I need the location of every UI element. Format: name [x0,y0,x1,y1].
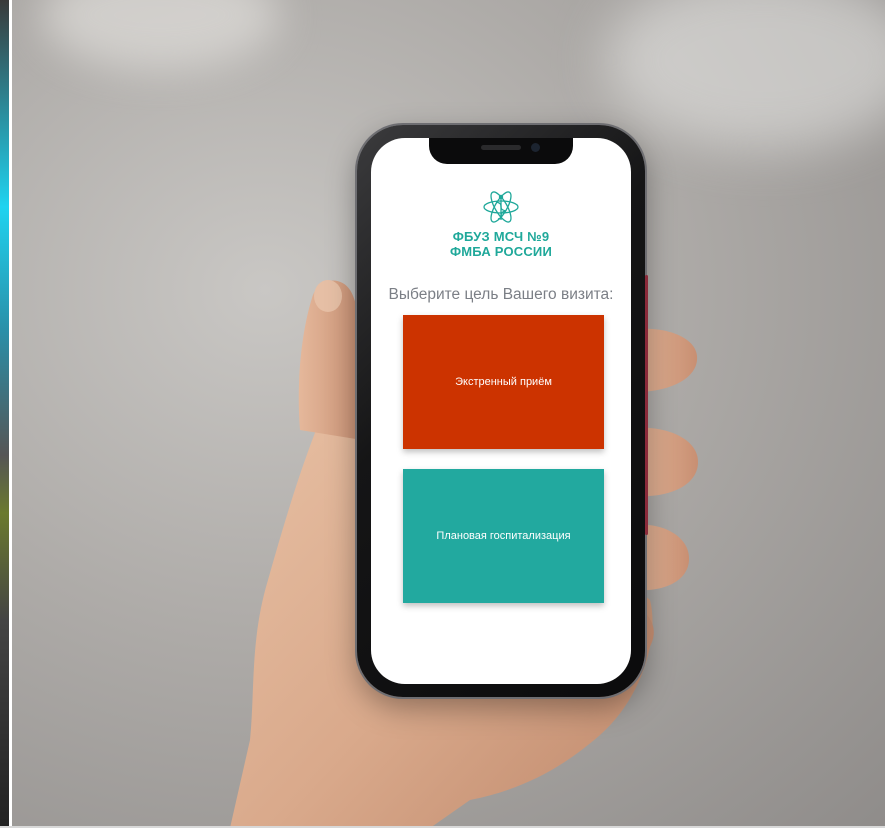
emergency-visit-button[interactable]: Экстренный приём [403,315,604,449]
planned-hospitalization-label: Плановая госпитализация [436,530,571,542]
emergency-visit-label: Экстренный приём [455,376,552,388]
left-edge-strip [0,0,9,828]
visit-purpose-prompt: Выберите цель Вашего визита: [388,286,614,303]
org-logo: ФБУЗ МСЧ №9 ФМБА РОССИИ [371,190,631,259]
phone-screen: ФБУЗ МСЧ №9 ФМБА РОССИИ Выберите цель Ва… [371,138,631,684]
org-name-line-1: ФБУЗ МСЧ №9 [452,229,550,244]
phone-notch [429,138,573,164]
org-name-line-2: ФМБА РОССИИ [449,244,553,259]
smartphone-frame: ФБУЗ МСЧ №9 ФМБА РОССИИ Выберите цель Ва… [357,125,648,697]
atom-caduceus-icon [483,191,519,223]
planned-hospitalization-button[interactable]: Плановая госпитализация [403,469,604,603]
left-edge-gap [9,0,12,828]
phone-side-edge [645,275,648,535]
photo-background: ФБУЗ МСЧ №9 ФМБА РОССИИ Выберите цель Ва… [0,0,885,828]
speaker-icon [481,145,521,150]
camera-icon [531,143,540,152]
